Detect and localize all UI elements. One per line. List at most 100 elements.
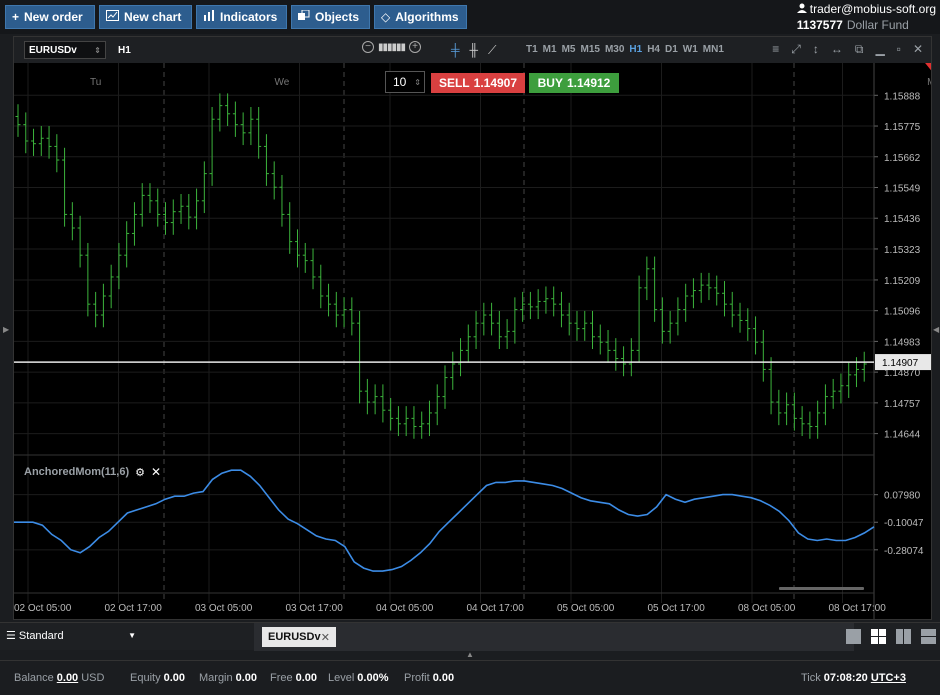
buy-label: BUY — [537, 76, 563, 90]
sell-button[interactable]: SELL 1.14907 — [431, 73, 525, 93]
y-tick-label: 1.14757 — [884, 399, 921, 410]
account-info[interactable]: trader@mobius-soft.org 1137577 Dollar Fun… — [796, 2, 936, 32]
candle-chart-icon[interactable]: ╫ — [470, 43, 479, 58]
equity-value: 0.00 — [163, 672, 185, 684]
remove-indicator-icon[interactable]: ✕ — [151, 465, 161, 479]
buy-price: 1.14912 — [566, 76, 611, 90]
y-tick-label: 1.14644 — [884, 430, 921, 441]
stepper-icon: ⇕ — [414, 77, 421, 87]
bar-chart-icon[interactable]: ╪ — [451, 43, 460, 58]
timeframe-h4[interactable]: H4 — [647, 44, 660, 55]
x-tick-label: 08 Oct 17:00 — [829, 603, 887, 614]
symbol-select[interactable]: EURUSDv ⇕ — [24, 41, 106, 59]
close-tab-icon[interactable]: ✕ — [321, 631, 330, 644]
vertical-line-icon[interactable]: ↕ — [813, 42, 819, 57]
x-tick-label: 02 Oct 17:00 — [105, 603, 163, 614]
close-icon[interactable]: ✕ — [913, 42, 923, 57]
account-email: trader@mobius-soft.org — [809, 2, 936, 16]
account-fund: Dollar Fund — [846, 18, 909, 32]
timeframe-m15[interactable]: M15 — [580, 44, 599, 55]
day-label: Mo — [927, 77, 931, 88]
chevron-down-icon: ▼ — [128, 631, 136, 640]
buy-button[interactable]: BUY 1.14912 — [529, 73, 619, 93]
columns-layout-icon[interactable] — [896, 629, 911, 644]
x-tick-label: 03 Oct 05:00 — [195, 603, 253, 614]
x-tick-label: 08 Oct 05:00 — [738, 603, 796, 614]
timeframe-label: H1 — [118, 44, 131, 56]
objects-icon — [298, 9, 310, 24]
y-tick-label: 1.15096 — [884, 307, 921, 318]
diamond-icon: ◇ — [381, 10, 391, 24]
window-controls: ≡ ⤢ ↕ ↔ ⧉ ▁ ▫ ✕ — [772, 42, 923, 57]
zoom-slider[interactable]: ▮▮▮▮▮▮ — [378, 42, 406, 53]
chart-tab[interactable]: EURUSDv ✕ — [262, 627, 336, 647]
horizontal-scrollbar — [779, 587, 864, 590]
workspace-name: Standard — [18, 630, 64, 642]
price-chart[interactable]: 1.15888 1.15775 1.15662 1.15549 1.15436 1.153… — [14, 63, 931, 619]
timeframe-m5[interactable]: M5 — [562, 44, 576, 55]
margin-label: Margin — [199, 672, 233, 684]
workspace-bar: ☰ Standard ▼ EURUSDv ✕ — [0, 622, 940, 651]
chart-window: EURUSDv ⇕ H1 − ▮▮▮▮▮▮ + ╪ ╫ ⟋ T1 M1 M5 M15 M… — [13, 36, 932, 620]
y-tick-label: 1.14983 — [884, 337, 921, 348]
main-toolbar: + New order New chart Indicators Objects… — [0, 0, 940, 34]
timezone-select[interactable]: UTC+3 — [871, 672, 906, 684]
right-panel-toggle-icon[interactable]: ◀ — [933, 325, 939, 334]
x-tick-label: 04 Oct 05:00 — [376, 603, 434, 614]
timeframe-w1[interactable]: W1 — [683, 44, 698, 55]
popout-icon[interactable]: ⧉ — [855, 42, 864, 57]
zoom-in-icon[interactable]: + — [409, 41, 422, 53]
y-tick-label: 1.15323 — [884, 245, 921, 256]
level-field: Level 0.00% — [328, 672, 389, 684]
menu-icon: ☰ — [6, 630, 19, 642]
gear-icon[interactable]: ⚙ — [135, 466, 145, 479]
chart-icon — [106, 10, 119, 24]
balance-value[interactable]: 0.00 — [57, 672, 78, 684]
trendline-icon[interactable]: ⤢ — [791, 42, 801, 57]
timeframe-mn1[interactable]: MN1 — [703, 44, 724, 55]
algorithms-button[interactable]: ◇ Algorithms — [374, 5, 467, 29]
symbol-value: EURUSDv — [29, 44, 77, 56]
algorithms-label: Algorithms — [395, 10, 459, 24]
y-tick-label: 1.15549 — [884, 183, 921, 194]
zoom-control: − ▮▮▮▮▮▮ + — [362, 41, 422, 53]
profit-label: Profit — [404, 672, 430, 684]
timeframe-h1[interactable]: H1 — [629, 44, 642, 55]
timeframe-d1[interactable]: D1 — [665, 44, 678, 55]
rows-layout-icon[interactable] — [921, 629, 936, 644]
objects-button[interactable]: Objects — [291, 5, 370, 29]
sort-icon[interactable]: ≡ — [772, 42, 779, 57]
order-quantity-input[interactable]: 10 ⇕ — [385, 71, 425, 93]
free-value: 0.00 — [295, 672, 318, 684]
workspace-select[interactable]: ☰ Standard ▼ — [6, 629, 136, 642]
y-tick-label: 1.15209 — [884, 276, 921, 287]
indicators-button[interactable]: Indicators — [196, 5, 287, 29]
new-chart-button[interactable]: New chart — [99, 5, 192, 29]
new-order-button[interactable]: + New order — [5, 5, 95, 29]
free-label: Free — [270, 672, 293, 684]
timeframe-list: T1 M1 M5 M15 M30 H1 H4 D1 W1 MN1 — [526, 44, 724, 55]
minimize-icon[interactable]: ▁ — [875, 42, 884, 57]
plus-icon: + — [12, 10, 20, 24]
order-quantity-value: 10 — [393, 75, 407, 89]
level-label: Level — [328, 672, 355, 684]
timeframe-m30[interactable]: M30 — [605, 44, 624, 55]
y-tick-label: 1.15775 — [884, 122, 921, 133]
horizontal-line-icon[interactable]: ↔ — [831, 42, 843, 57]
timeframe-t1[interactable]: T1 — [526, 44, 538, 55]
updown-icon: ⇕ — [94, 45, 101, 55]
y-tick-label: 1.15436 — [884, 214, 921, 225]
single-layout-icon[interactable] — [846, 629, 861, 644]
zoom-out-icon[interactable]: − — [362, 41, 374, 53]
collapse-panel-icon[interactable]: ▲ — [466, 650, 474, 659]
indicators-label: Indicators — [220, 10, 278, 24]
new-order-label: New order — [24, 10, 83, 24]
equity-field: Equity 0.00 — [130, 672, 185, 684]
left-panel-toggle-icon[interactable]: ▶ — [3, 325, 9, 334]
timeframe-m1[interactable]: M1 — [543, 44, 557, 55]
tick-label: Tick — [801, 672, 821, 684]
line-chart-icon[interactable]: ⟋ — [488, 43, 496, 58]
x-tick-label: 02 Oct 05:00 — [14, 603, 72, 614]
grid-layout-icon[interactable] — [871, 629, 886, 644]
maximize-icon[interactable]: ▫ — [897, 42, 901, 57]
